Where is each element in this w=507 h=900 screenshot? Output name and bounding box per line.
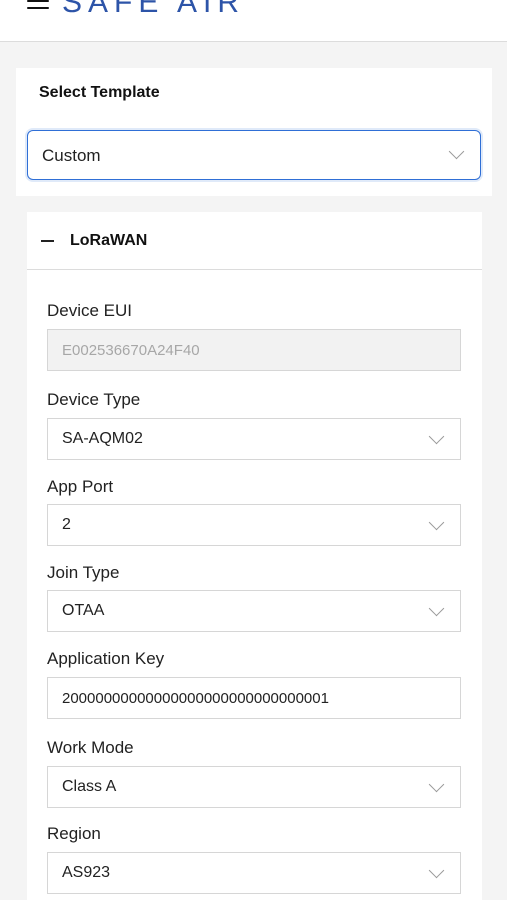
minus-icon[interactable] [41, 240, 54, 242]
application-key-input[interactable]: 20000000000000000000000000000001 [47, 677, 461, 719]
region-label: Region [47, 824, 101, 843]
region-select[interactable]: AS923 [47, 852, 461, 894]
join-type-select[interactable]: OTAA [47, 590, 461, 632]
device-eui-label: Device EUI [47, 301, 133, 320]
device-eui-value: E002536670A24F40 [62, 342, 200, 359]
work-mode-select[interactable]: Class A [47, 766, 461, 808]
application-key-value: 20000000000000000000000000000001 [62, 690, 329, 707]
device-type-select[interactable]: SA-AQM02 [47, 418, 461, 460]
app-port-label: App Port [47, 477, 114, 496]
join-type-value: OTAA [62, 602, 105, 619]
lorawan-section: LoRaWAN Device EUI E002536670A24F40 Devi… [27, 212, 482, 900]
app-port-value: 2 [62, 516, 71, 533]
chevron-down-icon [428, 600, 445, 617]
chevron-down-icon [428, 776, 445, 793]
device-type-value: SA-AQM02 [62, 430, 143, 447]
join-type-label: Join Type [47, 563, 120, 582]
device-eui-field: E002536670A24F40 [47, 329, 461, 371]
chevron-down-icon [428, 514, 445, 531]
work-mode-value: Class A [62, 778, 117, 795]
top-bar: SAFE AIR [0, 0, 507, 42]
work-mode-label: Work Mode [47, 738, 134, 757]
application-key-label: Application Key [47, 649, 165, 668]
app-port-select[interactable]: 2 [47, 504, 461, 546]
template-card: Select Template Custom [16, 68, 492, 196]
chevron-down-icon [428, 428, 445, 445]
app-logo: SAFE AIR [62, 0, 246, 19]
lorawan-section-header[interactable]: LoRaWAN [27, 212, 482, 270]
section-title: LoRaWAN [70, 232, 148, 249]
template-select-value: Custom [42, 146, 101, 165]
region-value: AS923 [62, 864, 111, 881]
chevron-down-icon [428, 862, 445, 879]
chevron-down-icon [448, 143, 465, 160]
device-type-label: Device Type [47, 390, 141, 409]
select-template-label: Select Template [39, 84, 160, 101]
template-select[interactable]: Custom [27, 130, 481, 180]
hamburger-menu-icon[interactable] [27, 0, 49, 14]
